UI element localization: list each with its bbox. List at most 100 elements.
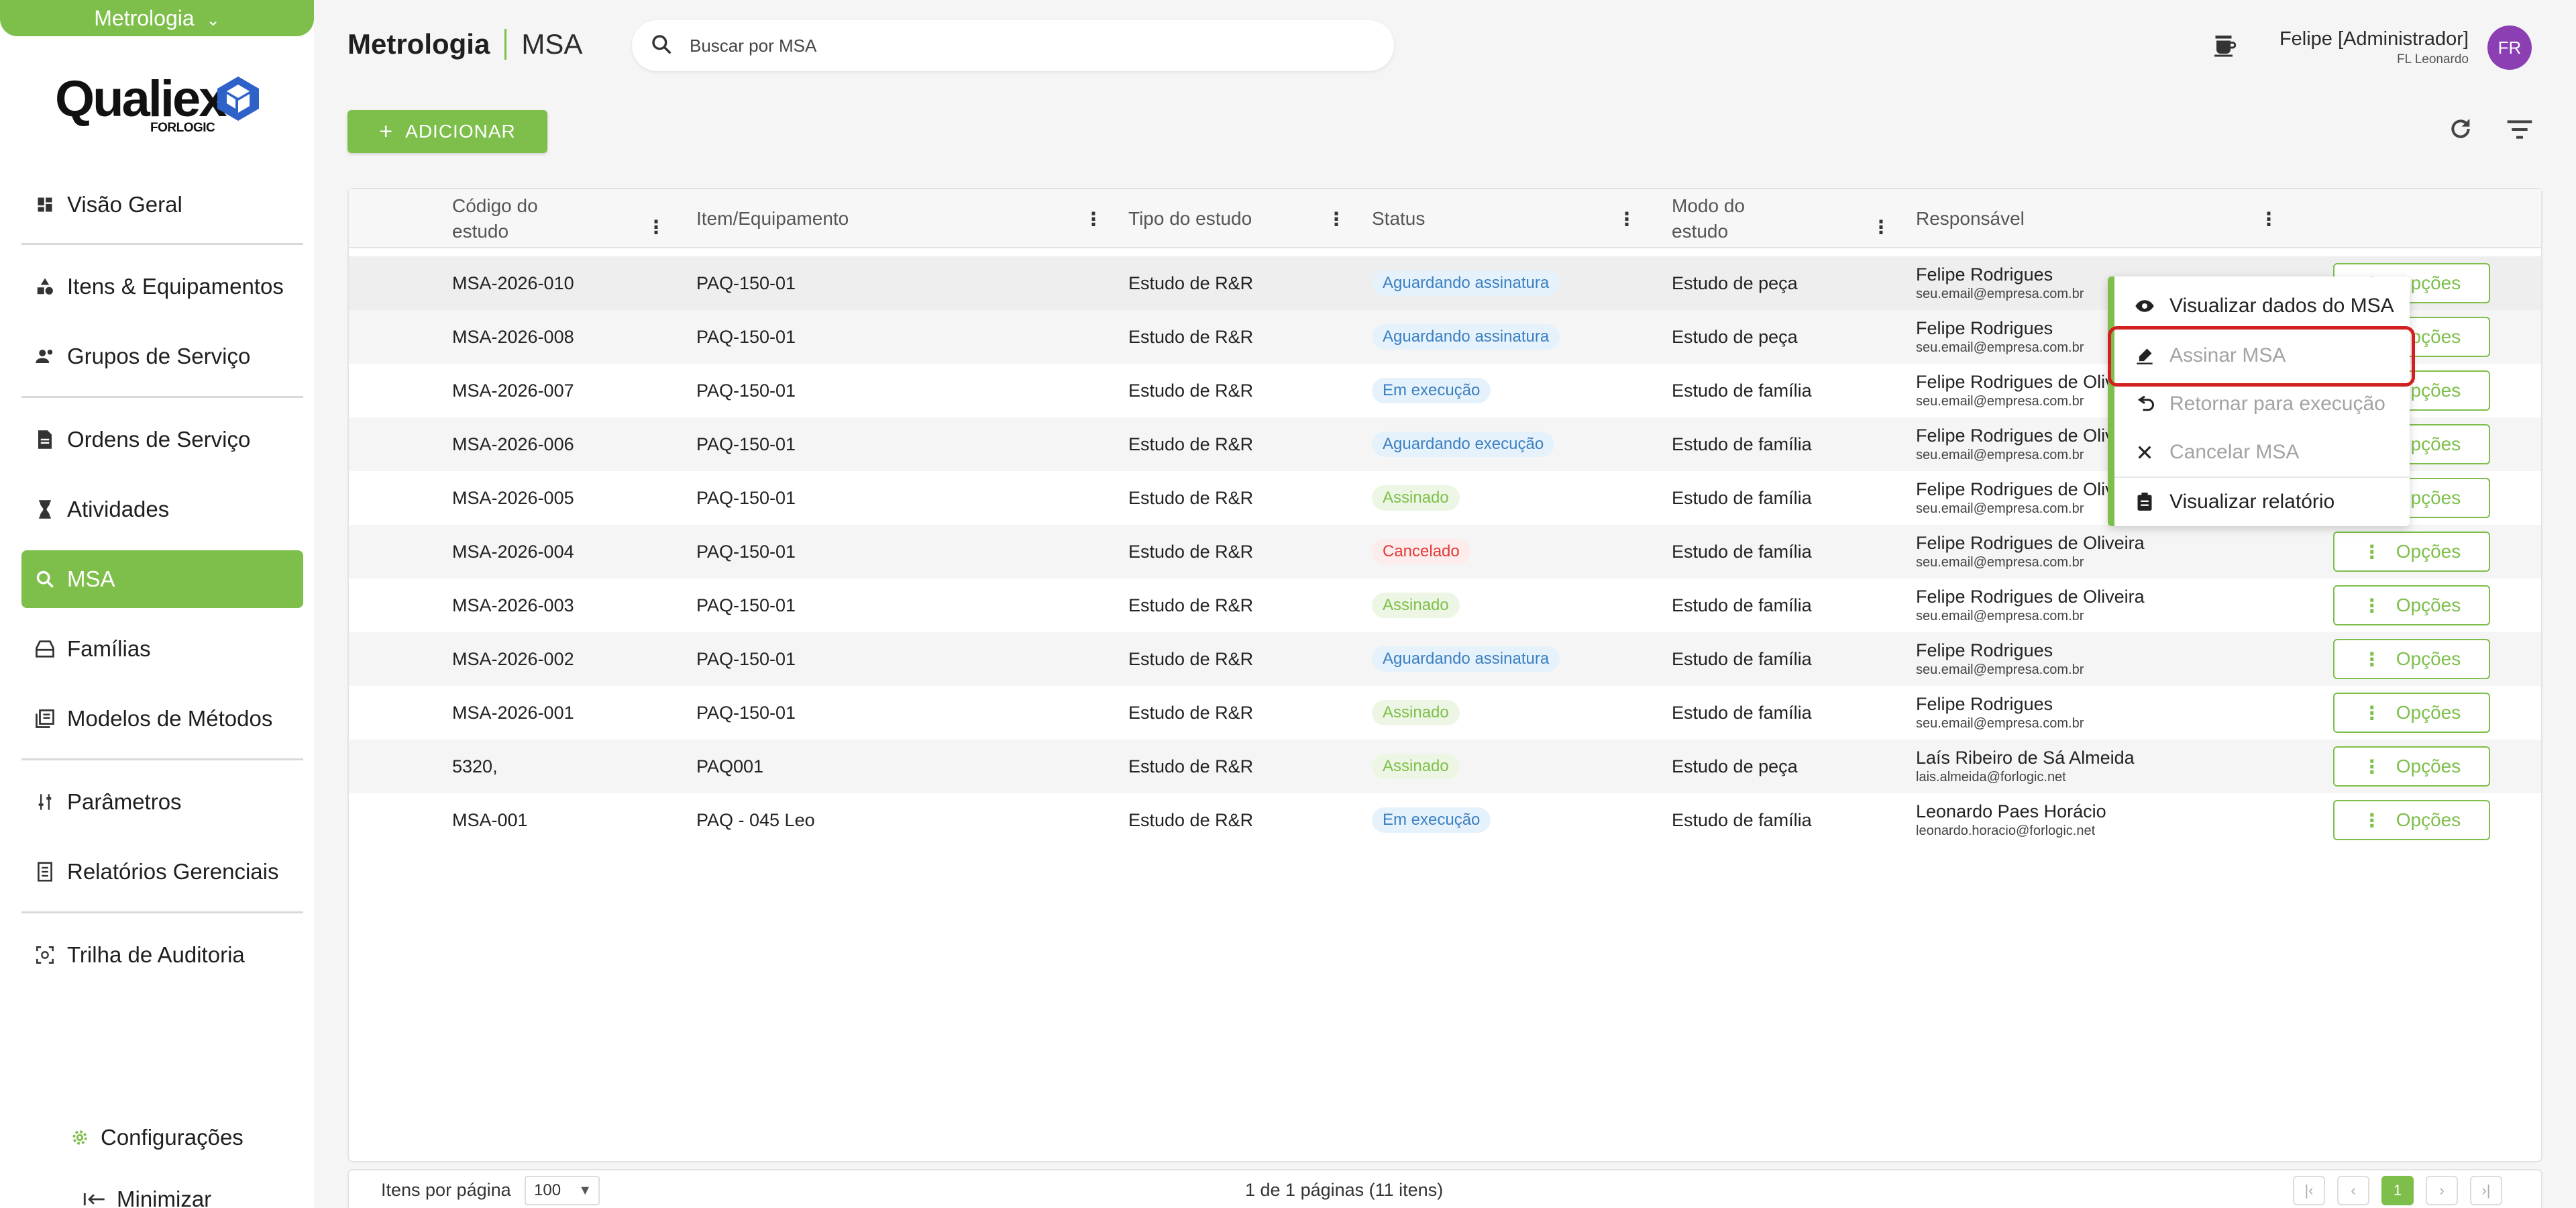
sidebar-item-modelos-metodos[interactable]: Modelos de Métodos bbox=[21, 690, 303, 748]
pagination-info: 1 de 1 páginas (11 itens) bbox=[1245, 1180, 1444, 1200]
cell-item: PAQ-150-01 bbox=[696, 632, 796, 686]
menu-item-visualizar-relatorio[interactable]: Visualizar relatório bbox=[2114, 478, 2410, 526]
column-menu-icon[interactable]: ⋮ bbox=[1617, 207, 1636, 232]
sidebar-item-label: Ordens de Serviço bbox=[67, 427, 251, 452]
options-button[interactable]: ⋮ Opções bbox=[2333, 800, 2490, 840]
table-row[interactable]: MSA-2026-003 PAQ-150-01 Estudo de R&R Assin… bbox=[349, 578, 2541, 632]
cell-type: Estudo de R&R bbox=[1128, 364, 1253, 417]
cell-item: PAQ-150-01 bbox=[696, 256, 796, 310]
cell-code: MSA-2026-006 bbox=[452, 417, 574, 471]
type-text: Estudo de R&R bbox=[1128, 326, 1254, 347]
cell-code: MSA-2026-002 bbox=[452, 632, 574, 686]
first-page-button[interactable]: |‹ bbox=[2293, 1176, 2325, 1205]
search-icon bbox=[651, 34, 672, 58]
column-menu-icon[interactable]: ⋮ bbox=[1084, 207, 1103, 232]
column-menu-icon[interactable]: ⋮ bbox=[1327, 207, 1346, 232]
column-header-modo[interactable]: Modo do estudo ⋮ bbox=[1672, 189, 1890, 248]
module-switcher[interactable]: Metrologia ⌄ bbox=[0, 0, 314, 36]
cell-type: Estudo de R&R bbox=[1128, 471, 1253, 525]
tray-icon bbox=[34, 638, 56, 660]
sidebar-item-trilha-auditoria[interactable]: Trilha de Auditoria bbox=[21, 926, 303, 984]
type-text: Estudo de R&R bbox=[1128, 648, 1254, 669]
responsavel-email: seu.email@empresa.com.br bbox=[1916, 340, 2084, 355]
sidebar-item-parametros[interactable]: Parâmetros bbox=[21, 773, 303, 831]
sidebar-item-atividades[interactable]: Atividades bbox=[21, 481, 303, 538]
cell-item: PAQ-150-01 bbox=[696, 310, 796, 364]
sidebar-item-itens-equipamentos[interactable]: Itens & Equipamentos bbox=[21, 258, 303, 315]
chevron-right-icon: › bbox=[2439, 1182, 2445, 1199]
cell-responsavel: Felipe Rodrigues de Oliveira seu.email@em… bbox=[1916, 578, 2145, 632]
table-row[interactable]: MSA-001 PAQ - 045 Leo Estudo de R&R Em exec… bbox=[349, 793, 2541, 847]
sidebar-item-grupos-servico[interactable]: Grupos de Serviço bbox=[21, 328, 303, 385]
table-row[interactable]: MSA-2026-004 PAQ-150-01 Estudo de R&R Cance… bbox=[349, 525, 2541, 578]
page-button-current[interactable]: 1 bbox=[2381, 1176, 2414, 1205]
refresh-icon[interactable] bbox=[2447, 115, 2474, 146]
avatar[interactable]: FR bbox=[2487, 26, 2532, 70]
sidebar-item-familias[interactable]: Famílias bbox=[21, 620, 303, 678]
cell-item: PAQ-150-01 bbox=[696, 578, 796, 632]
menu-item-cancelar[interactable]: Cancelar MSA bbox=[2114, 428, 2410, 476]
settings-link[interactable]: Configurações bbox=[70, 1125, 244, 1150]
options-button[interactable]: ⋮ Opções bbox=[2333, 746, 2490, 787]
module-label: Metrologia bbox=[94, 6, 195, 30]
column-header-tipo[interactable]: Tipo do estudo ⋮ bbox=[1128, 189, 1356, 248]
responsavel-email: lais.almeida@forlogic.net bbox=[1916, 770, 2066, 785]
code-text: MSA-2026-004 bbox=[452, 541, 574, 562]
column-menu-icon[interactable]: ⋮ bbox=[2259, 207, 2278, 232]
menu-item-retornar-execucao[interactable]: Retornar para execução bbox=[2114, 380, 2410, 428]
options-button[interactable]: ⋮ Opções bbox=[2333, 693, 2490, 733]
status-badge: Em execução bbox=[1372, 807, 1491, 833]
sidebar-item-label: MSA bbox=[67, 566, 115, 591]
type-text: Estudo de R&R bbox=[1128, 756, 1254, 776]
column-menu-icon[interactable]: ⋮ bbox=[647, 215, 665, 240]
type-text: Estudo de R&R bbox=[1128, 595, 1254, 615]
sidebar-item-relatorios-gerenciais[interactable]: Relatórios Gerenciais bbox=[21, 843, 303, 901]
item-text: PAQ-150-01 bbox=[696, 541, 796, 562]
page-title: Metrologia MSA bbox=[347, 28, 582, 60]
column-header-codigo[interactable]: Código do estudo ⋮ bbox=[452, 189, 667, 248]
cell-item: PAQ001 bbox=[696, 740, 763, 793]
table-row[interactable]: MSA-2026-001 PAQ-150-01 Estudo de R&R Assin… bbox=[349, 686, 2541, 740]
cell-code: MSA-2026-010 bbox=[452, 256, 574, 310]
column-header-item[interactable]: Item/Equipamento ⋮ bbox=[696, 189, 1103, 248]
table-row[interactable]: 5320, PAQ001 Estudo de R&R Assinado Estudo d… bbox=[349, 740, 2541, 793]
add-button[interactable]: + ADICIONAR bbox=[347, 110, 547, 153]
cell-responsavel: Felipe Rodrigues seu.email@empresa.com.br bbox=[1916, 632, 2084, 686]
last-page-button[interactable]: ›| bbox=[2470, 1176, 2502, 1205]
search-input[interactable] bbox=[690, 35, 1334, 56]
kebab-icon: ⋮ bbox=[2362, 702, 2381, 723]
options-button[interactable]: ⋮ Opções bbox=[2333, 532, 2490, 572]
sidebar-item-label: Trilha de Auditoria bbox=[67, 942, 245, 967]
responsavel-name: Felipe Rodrigues bbox=[1916, 694, 2053, 714]
page-size-select[interactable]: 100 ▼ bbox=[525, 1176, 600, 1205]
responsavel-email: seu.email@empresa.com.br bbox=[1916, 609, 2084, 623]
column-header-status[interactable]: Status ⋮ bbox=[1372, 189, 1654, 248]
add-button-label: ADICIONAR bbox=[405, 121, 516, 142]
options-button[interactable]: ⋮ Opções bbox=[2333, 585, 2490, 625]
table-row[interactable]: MSA-2026-002 PAQ-150-01 Estudo de R&R Aguar… bbox=[349, 632, 2541, 686]
nav-divider bbox=[21, 758, 303, 760]
prev-page-button[interactable]: ‹ bbox=[2337, 1176, 2369, 1205]
menu-item-visualizar-dados[interactable]: Visualizar dados do MSA bbox=[2114, 282, 2410, 330]
qualiex-logo: Qualiex FORLOGIC bbox=[55, 70, 263, 144]
sidebar-item-msa[interactable]: MSA bbox=[21, 550, 303, 608]
minimize-button[interactable]: Minimizar bbox=[83, 1187, 211, 1208]
kebab-icon: ⋮ bbox=[2362, 595, 2381, 616]
column-menu-icon[interactable]: ⋮ bbox=[1872, 215, 1890, 240]
sidebar-item-ordens-servico[interactable]: Ordens de Serviço bbox=[21, 411, 303, 468]
cell-status: Aguardando assinatura bbox=[1372, 632, 1560, 686]
cell-code: MSA-2026-001 bbox=[452, 686, 574, 740]
type-text: Estudo de R&R bbox=[1128, 380, 1254, 401]
cell-item: PAQ-150-01 bbox=[696, 686, 796, 740]
next-page-button[interactable]: › bbox=[2426, 1176, 2458, 1205]
item-text: PAQ-150-01 bbox=[696, 702, 796, 723]
sidebar-item-label: Famílias bbox=[67, 636, 151, 661]
sidebar-item-visao-geral[interactable]: Visão Geral bbox=[21, 176, 303, 234]
cell-item: PAQ-150-01 bbox=[696, 525, 796, 578]
eye-icon bbox=[2135, 299, 2155, 313]
options-button[interactable]: ⋮ Opções bbox=[2333, 639, 2490, 679]
filter-icon[interactable] bbox=[2506, 119, 2533, 143]
user-info[interactable]: Felipe [Administrador] FL Leonardo bbox=[2279, 28, 2469, 67]
column-header-responsavel[interactable]: Responsável ⋮ bbox=[1916, 189, 2278, 248]
coffee-mug-icon[interactable] bbox=[2212, 34, 2237, 61]
